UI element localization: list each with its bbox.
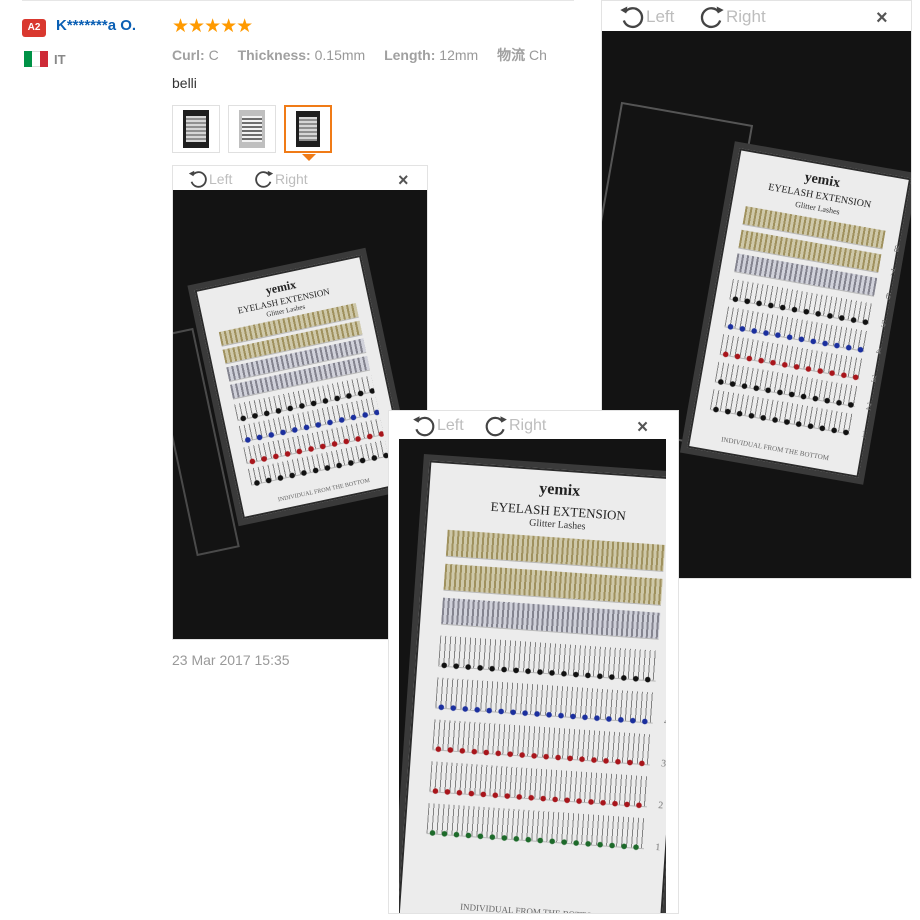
reviewer-name: K*******a O. — [56, 17, 137, 34]
review-thumbnail-3[interactable] — [284, 105, 332, 153]
rotate-left-icon — [620, 6, 644, 29]
star-rating: ★★★★★ — [172, 16, 253, 37]
attribute-shipping: 物流 Ch — [497, 47, 547, 63]
italy-flag-icon — [24, 51, 48, 67]
rotate-left-button[interactable]: Left — [618, 3, 674, 31]
thumbnail-image — [296, 111, 320, 147]
rotate-right-button[interactable]: Right — [483, 413, 546, 439]
review-thumbnail-2[interactable] — [228, 105, 276, 153]
close-icon[interactable]: × — [398, 170, 409, 191]
country-code: IT — [54, 52, 66, 67]
rotate-left-icon — [413, 416, 435, 437]
rotate-left-icon — [188, 170, 207, 188]
review-date: 23 Mar 2017 15:35 — [172, 652, 290, 668]
buyer-level-badge: A2 — [22, 19, 46, 37]
rotate-right-icon — [255, 170, 274, 188]
attribute-length: Length: 12mm — [384, 47, 479, 63]
close-icon[interactable]: × — [637, 417, 648, 439]
image-viewer-popup: Left Right × yemix EYELASH EXTENSION Gli… — [388, 410, 679, 914]
lash-box: yemix EYELASH EXTENSION Glitter Lashes 8… — [399, 460, 666, 913]
lash-box: yemix EYELASH EXTENSION Glitter Lashes I… — [194, 254, 410, 520]
attribute-thickness: Thickness: 0.15mm — [237, 47, 366, 63]
rotate-left-button[interactable]: Left — [187, 168, 232, 190]
review-photo: yemix EYELASH EXTENSION Glitter Lashes 8… — [399, 439, 666, 913]
rotate-right-icon — [485, 416, 507, 437]
rotate-left-button[interactable]: Left — [411, 413, 464, 439]
attribute-curl: Curl: C — [172, 47, 219, 63]
rotate-right-button[interactable]: Right — [253, 168, 308, 190]
thumbnail-image — [183, 110, 209, 148]
top-divider — [22, 0, 574, 1]
product-attributes: Curl: C Thickness: 0.15mm Length: 12mm 物… — [172, 45, 574, 65]
close-icon[interactable]: × — [876, 7, 888, 30]
rotate-right-icon — [700, 6, 724, 29]
selected-thumbnail-pointer — [302, 154, 316, 161]
review-thumbnail-1[interactable] — [172, 105, 220, 153]
review-text: belli — [172, 75, 197, 91]
thumbnail-image — [239, 110, 265, 148]
rotate-right-button[interactable]: Right — [698, 3, 766, 31]
